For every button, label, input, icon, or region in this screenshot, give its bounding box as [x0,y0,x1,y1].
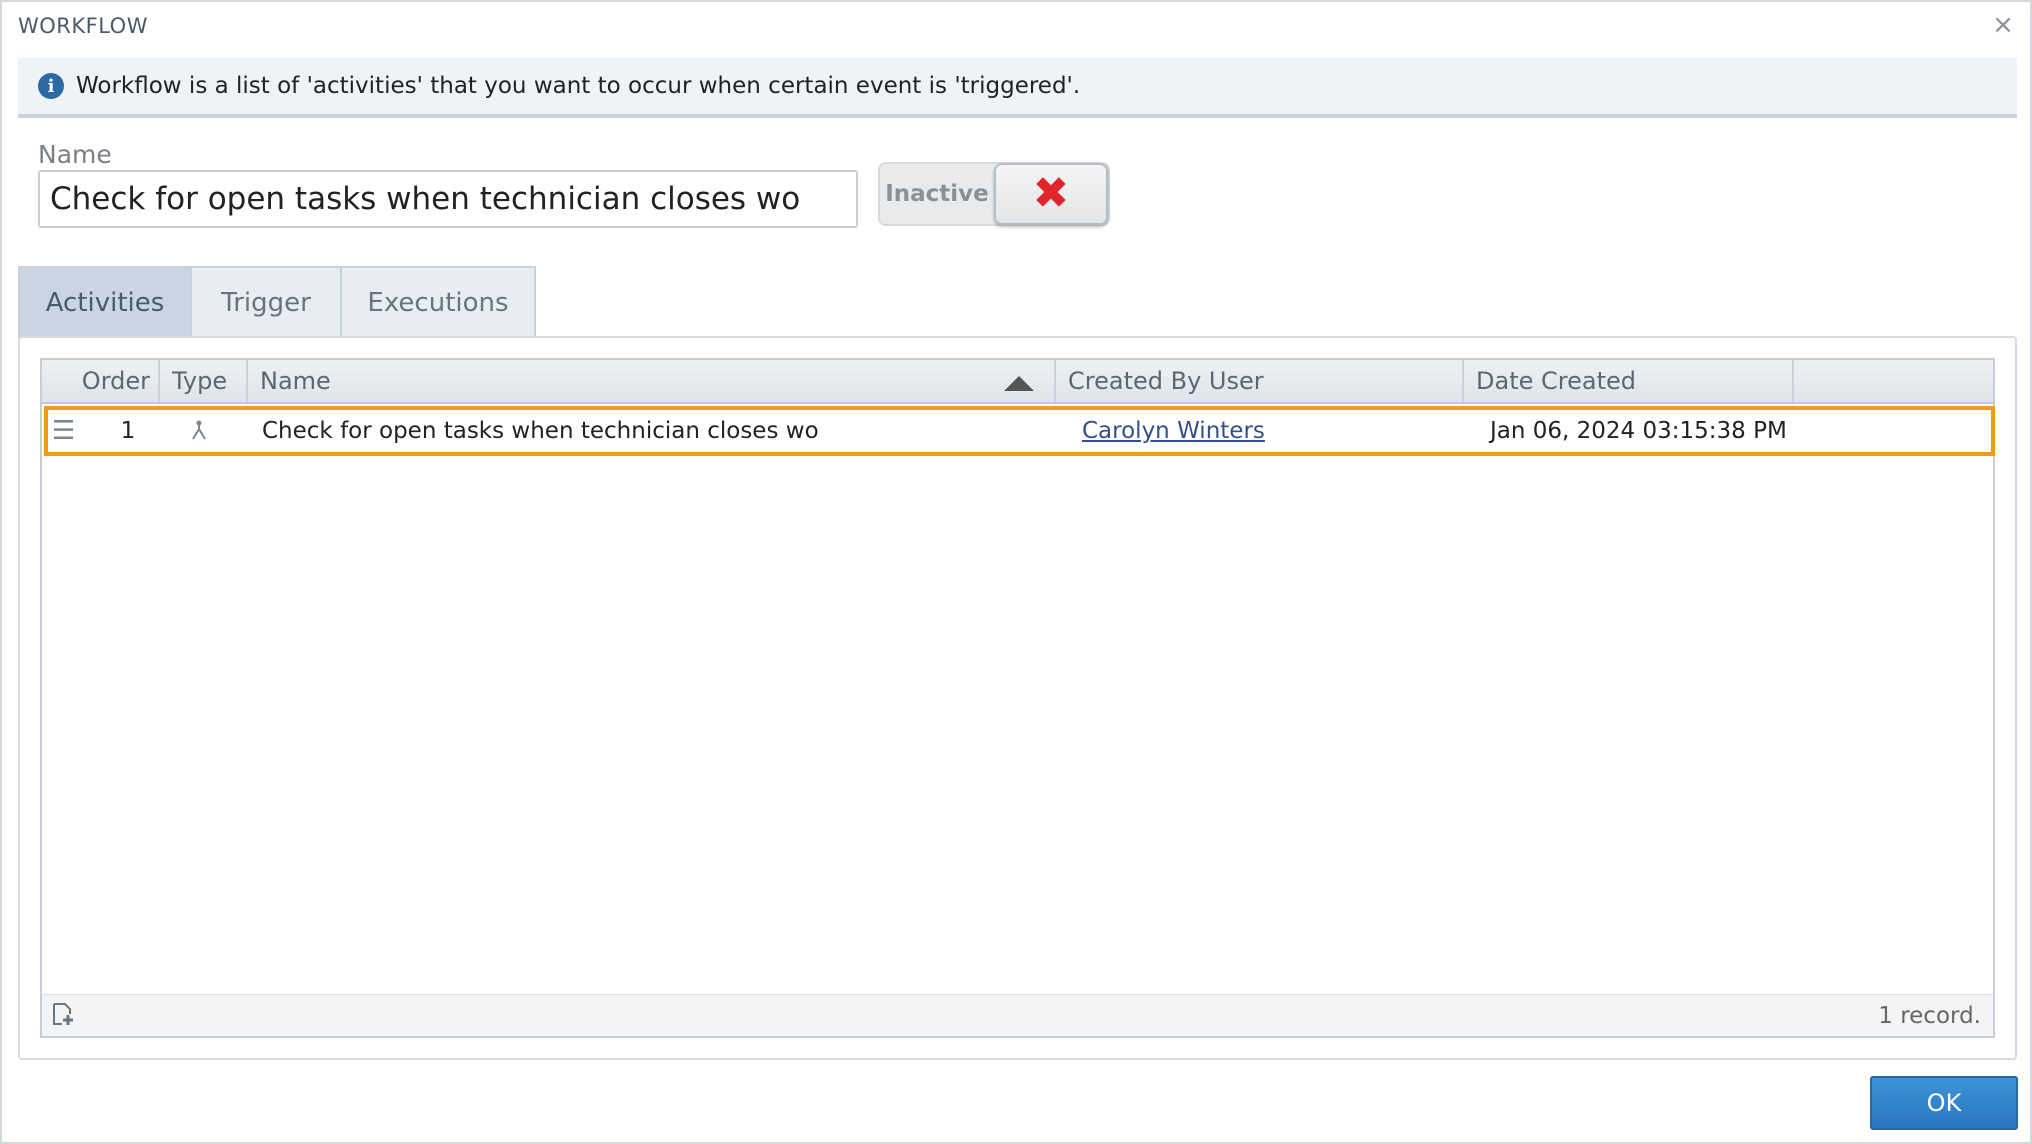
column-header-order[interactable]: Order [42,360,160,402]
sort-ascending-icon [1004,376,1034,391]
activities-grid: Order Type Name Created By User Date Cre… [40,358,1995,1038]
column-header-type[interactable]: Type [160,360,248,402]
workflow-dialog: WORKFLOW × i Workflow is a list of 'acti… [0,0,2032,1144]
column-header-date-created[interactable]: Date Created [1464,360,1794,402]
dialog-title: WORKFLOW [18,14,148,38]
tab-trigger[interactable]: Trigger [190,266,342,338]
tab-label: Activities [45,288,165,318]
toggle-status-label: Inactive [885,181,989,207]
ok-button[interactable]: OK [1870,1076,2018,1130]
grid-footer: 1 record. [42,994,1993,1036]
column-header-name[interactable]: Name [248,360,1056,402]
close-icon[interactable]: × [1988,10,2018,40]
user-link[interactable]: Carolyn Winters [1082,418,1265,444]
table-row[interactable]: ☰ 1 Check for open tasks when technician… [44,406,1995,456]
active-toggle[interactable]: Inactive ✖ [878,162,1110,226]
branch-icon [184,410,214,452]
column-header-created-by[interactable]: Created By User [1056,360,1464,402]
tab-executions[interactable]: Executions [340,266,536,338]
toggle-knob[interactable]: ✖ [993,163,1108,225]
row-order: 1 [120,418,136,444]
row-name: Check for open tasks when technician clo… [262,418,819,444]
row-date-created: Jan 06, 2024 03:15:38 PM [1490,418,1787,444]
record-count: 1 record. [1878,1003,1981,1029]
tab-bar: Activities Trigger Executions [18,266,536,350]
info-icon: i [38,73,64,99]
drag-handle-icon[interactable]: ☰ [52,410,82,452]
tab-label: Trigger [221,288,311,318]
row-created-by-link[interactable]: Carolyn Winters [1082,410,1462,452]
tab-activities[interactable]: Activities [18,266,192,350]
add-activity-icon[interactable] [50,1001,80,1031]
info-banner: i Workflow is a list of 'activities' tha… [18,58,2017,118]
workflow-name-input[interactable] [38,170,858,228]
grid-header: Order Type Name Created By User Date Cre… [42,360,1993,404]
info-text: Workflow is a list of 'activities' that … [76,73,1081,99]
column-header-name-label: Name [260,367,331,395]
x-mark-icon: ✖ [1032,168,1070,219]
name-label: Name [38,140,112,169]
tab-label: Executions [367,288,509,318]
